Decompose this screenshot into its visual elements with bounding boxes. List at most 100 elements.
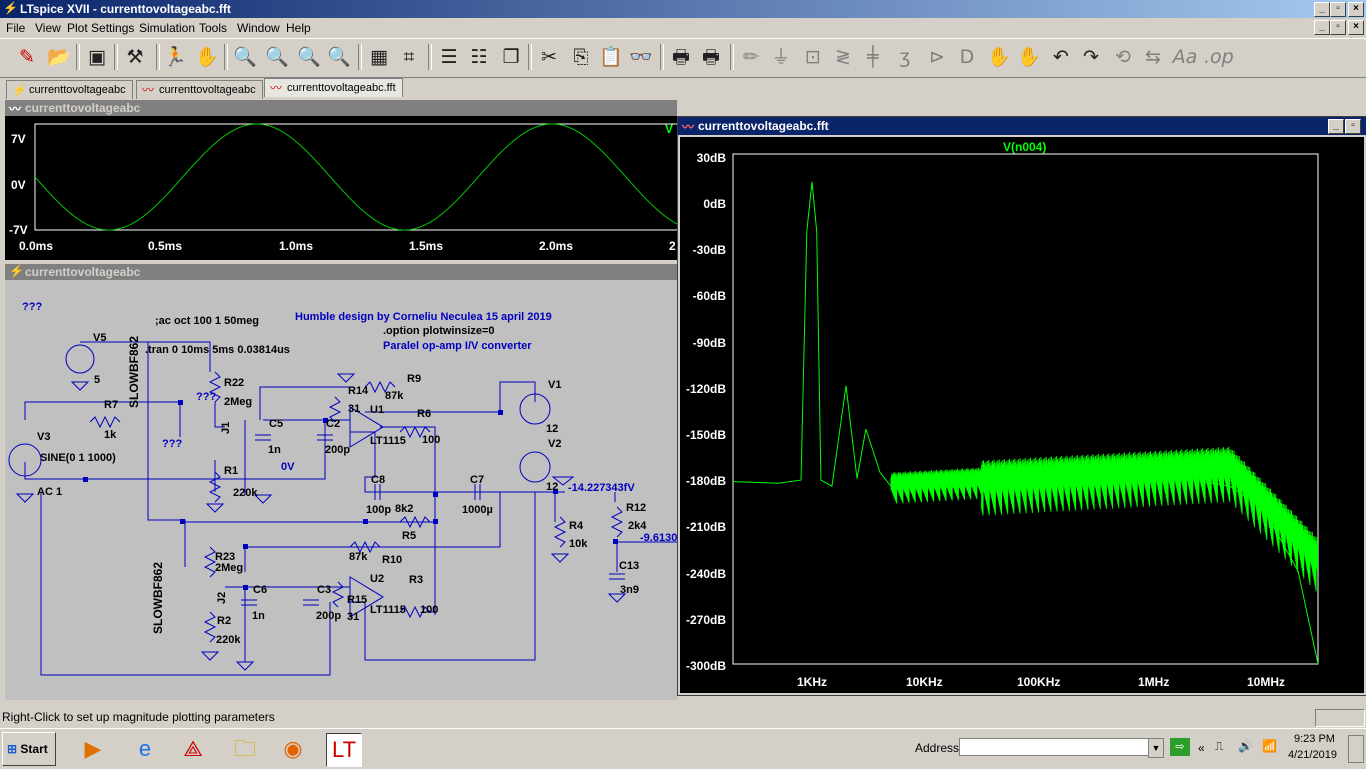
- component-icon[interactable]: D: [954, 44, 980, 70]
- paste-icon[interactable]: 📋: [598, 44, 624, 70]
- close-button[interactable]: ×: [1348, 2, 1364, 17]
- tab-schematic-2[interactable]: 〰 currenttovoltageabc: [136, 80, 263, 99]
- fft-y-tick: -60dB: [692, 289, 726, 303]
- halt-icon[interactable]: ✋: [194, 44, 220, 70]
- network-icon[interactable]: ⎍: [1215, 739, 1223, 754]
- pan-icon[interactable]: 🔍: [264, 44, 290, 70]
- file-explorer-icon[interactable]: 🗀: [228, 733, 262, 765]
- find-icon[interactable]: 👓: [628, 44, 654, 70]
- spice-directive-icon[interactable]: .op: [1204, 44, 1234, 70]
- menu-window[interactable]: Window: [237, 21, 280, 35]
- move-icon[interactable]: ✋: [986, 44, 1012, 70]
- vout2-label: -9.6130: [640, 532, 677, 544]
- resistor-icon[interactable]: ≷: [830, 44, 856, 70]
- ac-directive[interactable]: ;ac oct 100 1 50meg: [155, 315, 259, 327]
- copy-icon[interactable]: ⎘: [568, 44, 594, 70]
- toolbar-separator: [528, 44, 532, 70]
- autorange-icon[interactable]: ▦: [366, 44, 392, 70]
- r2-label: R2: [217, 615, 232, 627]
- option-directive[interactable]: .option plotwinsize=0: [383, 325, 495, 337]
- c3-value: 200p: [316, 610, 342, 622]
- media-player-icon[interactable]: ▶: [76, 733, 110, 765]
- undo-icon[interactable]: ↶: [1048, 44, 1074, 70]
- address-label: Address: [915, 741, 960, 755]
- menu-help[interactable]: Help: [286, 21, 311, 35]
- menu-view[interactable]: View: [35, 21, 61, 35]
- pick-visible-traces-icon[interactable]: ⌗: [396, 44, 422, 70]
- zoom-fit-icon[interactable]: 🔍: [326, 44, 352, 70]
- acrobat-icon[interactable]: ⟁: [176, 733, 210, 765]
- menu-tools[interactable]: Tools: [199, 21, 227, 35]
- volume-icon[interactable]: 🔊: [1238, 739, 1253, 753]
- ground-symbol: [550, 553, 570, 563]
- menu-file[interactable]: File: [6, 21, 25, 35]
- open-icon[interactable]: 📂: [46, 44, 72, 70]
- inductor-icon[interactable]: ʒ: [892, 44, 918, 70]
- fft-plot-area[interactable]: V(n004) 30dB 0dB -30dB -60dB -90dB -120d…: [680, 137, 1364, 693]
- print-icon[interactable]: 🖶: [668, 44, 694, 70]
- menu-plot-settings[interactable]: Plot Settings: [67, 21, 134, 35]
- text-icon[interactable]: Aa: [1172, 44, 1198, 70]
- zoom-out-icon[interactable]: 🔍: [296, 44, 322, 70]
- address-dropdown-button[interactable]: ▼: [1148, 738, 1164, 758]
- ground-symbol: [200, 651, 220, 661]
- go-icon[interactable]: ⇨: [1170, 738, 1190, 756]
- description-text[interactable]: Paralel op-amp I/V converter: [383, 340, 532, 352]
- schematic-canvas[interactable]: ??? ??? ??? ;ac oct 100 1 50meg .tran 0 …: [5, 282, 677, 700]
- wire-icon[interactable]: ✏: [738, 44, 764, 70]
- tray-chevron-icon[interactable]: «: [1198, 741, 1205, 755]
- capacitor-icon[interactable]: ╪: [860, 44, 886, 70]
- minimize-button[interactable]: _: [1314, 2, 1330, 17]
- time-plot-area[interactable]: V 7V 0V -7V 0.0ms 0.5ms 1.0ms 1.5ms 2.0m…: [5, 116, 677, 260]
- y-tick-neg7v: -7V: [9, 223, 28, 237]
- internet-explorer-icon[interactable]: e: [128, 733, 162, 765]
- run-icon[interactable]: 🏃: [162, 44, 188, 70]
- show-desktop-button[interactable]: [1348, 735, 1364, 763]
- windows-logo-icon: ⊞: [7, 742, 18, 756]
- tile-vertical-icon[interactable]: ☷: [466, 44, 492, 70]
- start-label: Start: [20, 742, 48, 756]
- tab-fft[interactable]: 〰 currenttovoltageabc.fft: [264, 78, 403, 97]
- redo-icon[interactable]: ↷: [1078, 44, 1104, 70]
- mdi-minimize-button[interactable]: _: [1314, 20, 1330, 35]
- tab-schematic-1[interactable]: ⚡ currenttovoltageabc: [6, 80, 133, 99]
- vout-label: -14.227343fV: [568, 482, 635, 494]
- r9-value: 87k: [385, 390, 404, 402]
- c13-value: 3n9: [620, 584, 639, 596]
- mdi-restore-button[interactable]: ▫: [1330, 20, 1346, 35]
- save-icon[interactable]: ▣: [84, 44, 110, 70]
- u2-value: LT1115: [370, 604, 406, 616]
- ltspice-taskbar-icon[interactable]: LT: [326, 733, 362, 767]
- fft-x-tick: 1MHz: [1138, 675, 1170, 689]
- rotate-icon[interactable]: ⟲: [1110, 44, 1136, 70]
- fft-minimize-button[interactable]: _: [1328, 119, 1344, 134]
- address-input[interactable]: [959, 738, 1155, 756]
- fft-y-tick: 30dB: [696, 151, 726, 165]
- control-panel-icon[interactable]: ⚒: [122, 44, 148, 70]
- drag-icon[interactable]: ✋: [1016, 44, 1042, 70]
- mdi-close-button[interactable]: ×: [1348, 20, 1364, 35]
- clock-date[interactable]: 4/21/2019: [1288, 749, 1337, 761]
- clock-time[interactable]: 9:23 PM: [1294, 733, 1335, 745]
- tile-horizontal-icon[interactable]: ☰: [436, 44, 462, 70]
- signal-icon[interactable]: 📶: [1262, 739, 1277, 753]
- fft-y-tick: -30dB: [692, 243, 726, 257]
- menu-simulation[interactable]: Simulation: [139, 21, 195, 35]
- maximize-button[interactable]: ▫: [1330, 2, 1346, 17]
- r3-label: R3: [409, 574, 424, 586]
- label-net-icon[interactable]: ⊡: [800, 44, 826, 70]
- print-preview-icon[interactable]: 🖶: [698, 44, 724, 70]
- net-label-unknown: ???: [196, 391, 217, 403]
- firefox-icon[interactable]: ◉: [276, 733, 310, 765]
- mirror-icon[interactable]: ⇆: [1140, 44, 1166, 70]
- diode-icon[interactable]: ⊳: [924, 44, 950, 70]
- start-button[interactable]: ⊞ Start: [2, 732, 56, 766]
- ground-icon[interactable]: ⏚: [768, 44, 794, 70]
- cascade-icon[interactable]: ❐: [498, 44, 524, 70]
- new-schematic-icon[interactable]: ✎: [14, 44, 40, 70]
- credit-text[interactable]: Humble design by Corneliu Neculea 15 apr…: [295, 311, 552, 323]
- zoom-in-icon[interactable]: 🔍: [232, 44, 258, 70]
- fft-maximize-button[interactable]: ▫: [1345, 119, 1361, 134]
- cut-icon[interactable]: ✂: [536, 44, 562, 70]
- tran-directive[interactable]: .tran 0 10ms 5ms 0.03814us: [145, 344, 290, 356]
